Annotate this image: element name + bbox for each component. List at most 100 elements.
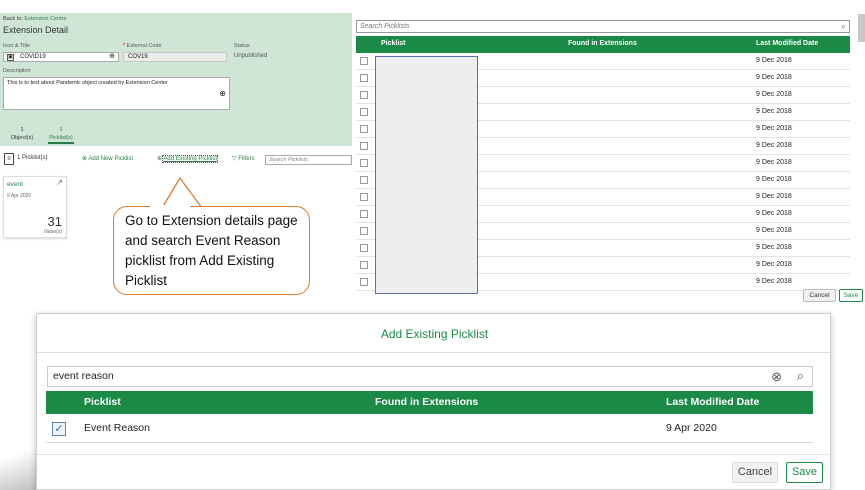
redacted-picklist-names: [375, 56, 478, 294]
callout-join: [150, 205, 190, 208]
search-placeholder: Search Picklists: [360, 23, 410, 30]
column-header-found-in: Found in Extensions: [375, 396, 479, 408]
row-modified-date: 9 Dec 2018: [756, 244, 792, 251]
description-textarea[interactable]: This is to test about Pandemic object cr…: [3, 77, 230, 110]
required-marker: *: [123, 43, 126, 49]
add-existing-picklist-label: Add Existing Picklist: [162, 155, 219, 163]
description-label: Description: [3, 68, 31, 74]
row-checkbox[interactable]: [360, 108, 368, 116]
filters-button[interactable]: ▽ Filters: [232, 155, 255, 162]
picklist-browser-header: Picklist Found in Extensions Last Modifi…: [356, 36, 850, 53]
row-checkbox[interactable]: [360, 159, 368, 167]
add-new-picklist-button[interactable]: ⊕ Add New Picklist: [82, 155, 133, 162]
row-checkbox[interactable]: [360, 142, 368, 150]
filter-icon: ▽: [232, 156, 237, 162]
tab-picklists[interactable]: 1 Picklist(s): [43, 126, 79, 142]
picklist-count: 1 Picklist(s): [17, 155, 48, 161]
add-existing-picklist-button[interactable]: ⊕ Add Existing Picklist: [157, 155, 219, 163]
filters-label: Filters: [238, 156, 255, 162]
object-icon: ▣: [7, 54, 14, 61]
row-checkbox[interactable]: ✓: [52, 422, 66, 436]
row-modified-date: 9 Dec 2018: [756, 193, 792, 200]
row-checkbox[interactable]: [360, 125, 368, 133]
add-icon: ⊕: [82, 156, 88, 162]
description-value: This is to test about Pandemic object cr…: [7, 80, 168, 86]
row-modified-date: 9 Apr 2020: [666, 422, 717, 434]
row-checkbox[interactable]: [360, 193, 368, 201]
row-modified-date: 9 Dec 2018: [756, 159, 792, 166]
picklist-browser-search-input[interactable]: Search Picklists ⌕: [356, 20, 850, 33]
row-checkbox[interactable]: [360, 244, 368, 252]
row-modified-date: 9 Dec 2018: [756, 142, 792, 149]
row-checkbox[interactable]: [360, 261, 368, 269]
dialog-search-input[interactable]: event reason ⊗ ⌕: [47, 366, 813, 387]
row-checkbox[interactable]: [360, 227, 368, 235]
status-value: Unpublished: [234, 53, 268, 59]
active-tab-indicator: [48, 142, 74, 144]
back-to-extension-centre-link[interactable]: Extension Centre: [24, 16, 66, 22]
row-modified-date: 9 Dec 2018: [756, 125, 792, 132]
title-value: COVID19: [20, 54, 46, 60]
tab-objects-count: 1: [20, 127, 24, 133]
add-new-picklist-label: Add New Picklist: [88, 156, 134, 162]
instruction-callout: Go to Extension details page and search …: [113, 206, 310, 295]
tab-picklists-label: Picklist(s): [49, 135, 73, 141]
column-header-modified: Last Modified Date: [666, 396, 760, 408]
card-value-count: 31: [47, 214, 62, 229]
globe-icon[interactable]: ⊕: [219, 89, 226, 98]
divider: [37, 352, 832, 353]
add-existing-picklist-dialog: Add Existing Picklist event reason ⊗ ⌕ P…: [36, 313, 832, 490]
search-icon[interactable]: ⌕: [797, 366, 804, 385]
dialog-title: Add Existing Picklist: [380, 327, 489, 341]
open-external-icon[interactable]: ↗: [56, 178, 63, 187]
column-header-found-in: Found in Extensions: [568, 40, 637, 47]
row-checkbox[interactable]: [360, 57, 368, 65]
row-modified-date: 9 Dec 2018: [756, 108, 792, 115]
tab-picklists-count: 1: [59, 127, 63, 133]
row-checkbox[interactable]: [360, 278, 368, 286]
column-header-picklist: Picklist: [381, 40, 406, 47]
row-modified-date: 9 Dec 2018: [756, 57, 792, 64]
row-modified-date: 9 Dec 2018: [756, 227, 792, 234]
dialog-save-button[interactable]: Save: [786, 462, 823, 483]
callout-text: Go to Extension details page and search …: [125, 213, 298, 288]
breadcrumb: Back to: Extension Centre: [3, 16, 67, 22]
card-name: event: [7, 181, 23, 188]
row-modified-date: 9 Dec 2018: [756, 261, 792, 268]
shadow-decoration: [0, 440, 40, 490]
row-picklist-name: Event Reason: [84, 422, 150, 434]
row-modified-date: 9 Dec 2018: [756, 176, 792, 183]
row-modified-date: 9 Dec 2018: [756, 278, 792, 285]
card-date: 9 Apr 2020: [7, 193, 32, 199]
search-value: event reason: [53, 370, 114, 382]
clear-icon[interactable]: ⊗: [771, 367, 782, 386]
row-checkbox[interactable]: [360, 176, 368, 184]
dialog-table-header: Picklist Found in Extensions Last Modifi…: [46, 391, 813, 414]
search-icon[interactable]: ⌕: [841, 21, 846, 32]
column-header-modified: Last Modified Date: [756, 40, 819, 47]
table-row[interactable]: ✓ Event Reason 9 Apr 2020: [46, 415, 813, 443]
column-header-picklist: Picklist: [84, 396, 121, 408]
dialog-cancel-button[interactable]: Cancel: [732, 462, 778, 483]
row-modified-date: 9 Dec 2018: [756, 210, 792, 217]
row-checkbox[interactable]: [360, 74, 368, 82]
picklist-search-input[interactable]: Search Picklists: [265, 155, 352, 165]
browser-save-button[interactable]: Save: [839, 289, 863, 302]
add-icon: ⊕: [157, 156, 163, 162]
picklist-card[interactable]: event ↗ 9 Apr 2020 31 Value(s): [3, 176, 67, 238]
icon-title-label: Icon & Title: [3, 43, 31, 49]
browser-cancel-button[interactable]: Cancel: [803, 289, 836, 302]
scrollbar[interactable]: [858, 14, 865, 42]
row-checkbox[interactable]: [360, 91, 368, 99]
external-code-field: COV19: [123, 52, 227, 62]
title-input[interactable]: ▣ COVID19 ⊕: [3, 52, 119, 62]
page-title: Extension Detail: [3, 25, 69, 35]
status-label: Status: [234, 43, 250, 49]
globe-icon[interactable]: ⊕: [109, 53, 115, 61]
divider: [37, 454, 832, 455]
tab-objects[interactable]: 1 Object(s): [4, 126, 40, 142]
row-checkbox[interactable]: [360, 210, 368, 218]
tab-objects-label: Object(s): [10, 135, 34, 141]
row-modified-date: 9 Dec 2018: [756, 91, 792, 98]
row-modified-date: 9 Dec 2018: [756, 74, 792, 81]
